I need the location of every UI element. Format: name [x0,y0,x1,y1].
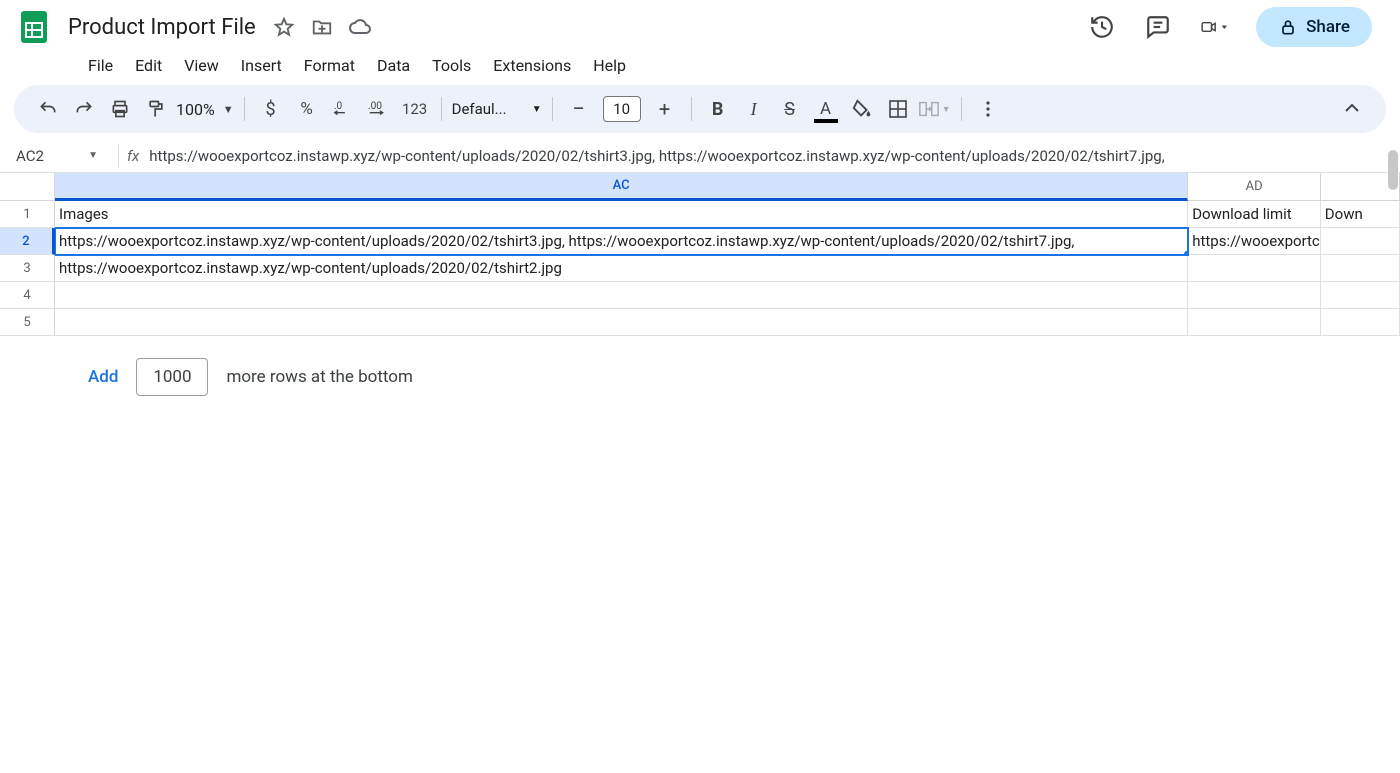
row-header-1[interactable]: 1 [0,201,55,228]
menu-help[interactable]: Help [583,52,636,79]
share-label: Share [1306,17,1350,37]
cell-ac2[interactable]: https://wooexportcoz.instawp.xyz/wp-cont… [55,228,1188,255]
text-color-icon[interactable]: A [810,93,842,125]
decrease-decimal-icon[interactable]: .0 [327,93,359,125]
toolbar: 100% ▼ $ % .0 .00 123 Defaul... ▼ − 10 +… [14,85,1386,133]
move-icon[interactable] [310,15,334,39]
decrease-font-icon[interactable]: − [563,93,595,125]
strikethrough-icon[interactable]: S [774,93,806,125]
cell-ae1[interactable]: Down [1321,201,1400,228]
menu-bar: File Edit View Insert Format Data Tools … [0,48,1400,85]
sheets-logo-icon[interactable] [14,7,54,47]
bold-icon[interactable]: B [702,93,734,125]
cloud-status-icon[interactable] [348,15,372,39]
name-box[interactable]: AC2 ▼ [0,147,110,165]
add-rows-suffix: more rows at the bottom [226,367,412,387]
col-header-ad[interactable]: AD [1188,173,1321,201]
number-format-button[interactable]: 123 [399,93,431,125]
borders-icon[interactable] [882,93,914,125]
more-icon[interactable] [972,93,1004,125]
cell-ae4[interactable] [1321,282,1400,309]
cell-ad3[interactable] [1188,255,1321,282]
cell-ad1[interactable]: Download limit [1188,201,1321,228]
formula-input[interactable]: https://wooexportcoz.instawp.xyz/wp-cont… [149,147,1164,165]
undo-icon[interactable] [32,93,64,125]
cell-ac5[interactable] [55,309,1188,336]
fx-icon: fx [127,147,139,165]
cell-ad2[interactable]: https://wooexportcoz.in [1188,228,1321,255]
meet-icon[interactable] [1200,13,1228,41]
menu-format[interactable]: Format [294,52,365,79]
fill-color-icon[interactable] [846,93,878,125]
cell-ac1[interactable]: Images [55,201,1188,228]
selection-handle[interactable] [1183,250,1188,255]
menu-extensions[interactable]: Extensions [483,52,581,79]
col-header-ac[interactable]: AC [55,173,1188,201]
cell-ac4[interactable] [55,282,1188,309]
share-button[interactable]: Share [1256,7,1372,47]
menu-view[interactable]: View [174,52,229,79]
cell-ae5[interactable] [1321,309,1400,336]
menu-edit[interactable]: Edit [125,52,172,79]
add-rows-button[interactable]: Add [88,367,118,387]
vertical-scrollbar[interactable] [1388,150,1398,190]
menu-insert[interactable]: Insert [231,52,292,79]
font-family-value: Defaul... [452,100,507,118]
paint-format-icon[interactable] [140,93,172,125]
star-icon[interactable] [272,15,296,39]
row-header-2[interactable]: 2 [0,228,55,255]
row-header-3[interactable]: 3 [0,255,55,282]
print-icon[interactable] [104,93,136,125]
name-box-value: AC2 [16,147,44,165]
comment-icon[interactable] [1144,13,1172,41]
menu-tools[interactable]: Tools [422,52,481,79]
cell-ad4[interactable] [1188,282,1321,309]
menu-file[interactable]: File [78,52,123,79]
italic-icon[interactable]: I [738,93,770,125]
cell-ae3[interactable] [1321,255,1400,282]
percent-button[interactable]: % [291,93,323,125]
zoom-select[interactable]: 100% ▼ [176,100,234,119]
cell-ac3[interactable]: https://wooexportcoz.instawp.xyz/wp-cont… [55,255,1188,282]
add-rows-count-input[interactable]: 1000 [136,358,208,396]
increase-font-icon[interactable]: + [649,93,681,125]
cell-ae2[interactable] [1321,228,1400,255]
svg-text:.00: .00 [368,101,382,112]
font-size-input[interactable]: 10 [603,96,641,122]
cell-ad5[interactable] [1188,309,1321,336]
document-title[interactable]: Product Import File [62,13,262,42]
select-all-corner[interactable] [0,173,55,201]
row-header-5[interactable]: 5 [0,309,55,336]
increase-decimal-icon[interactable]: .00 [363,93,395,125]
row-header-4[interactable]: 4 [0,282,55,309]
collapse-toolbar-icon[interactable] [1336,93,1368,125]
merge-cells-icon[interactable]: ▼ [918,93,951,125]
svg-text:.0: .0 [333,101,342,112]
font-family-select[interactable]: Defaul... ▼ [452,100,542,118]
currency-button[interactable]: $ [255,93,287,125]
menu-data[interactable]: Data [367,52,420,79]
redo-icon[interactable] [68,93,100,125]
zoom-value: 100% [176,100,215,119]
history-icon[interactable] [1088,13,1116,41]
